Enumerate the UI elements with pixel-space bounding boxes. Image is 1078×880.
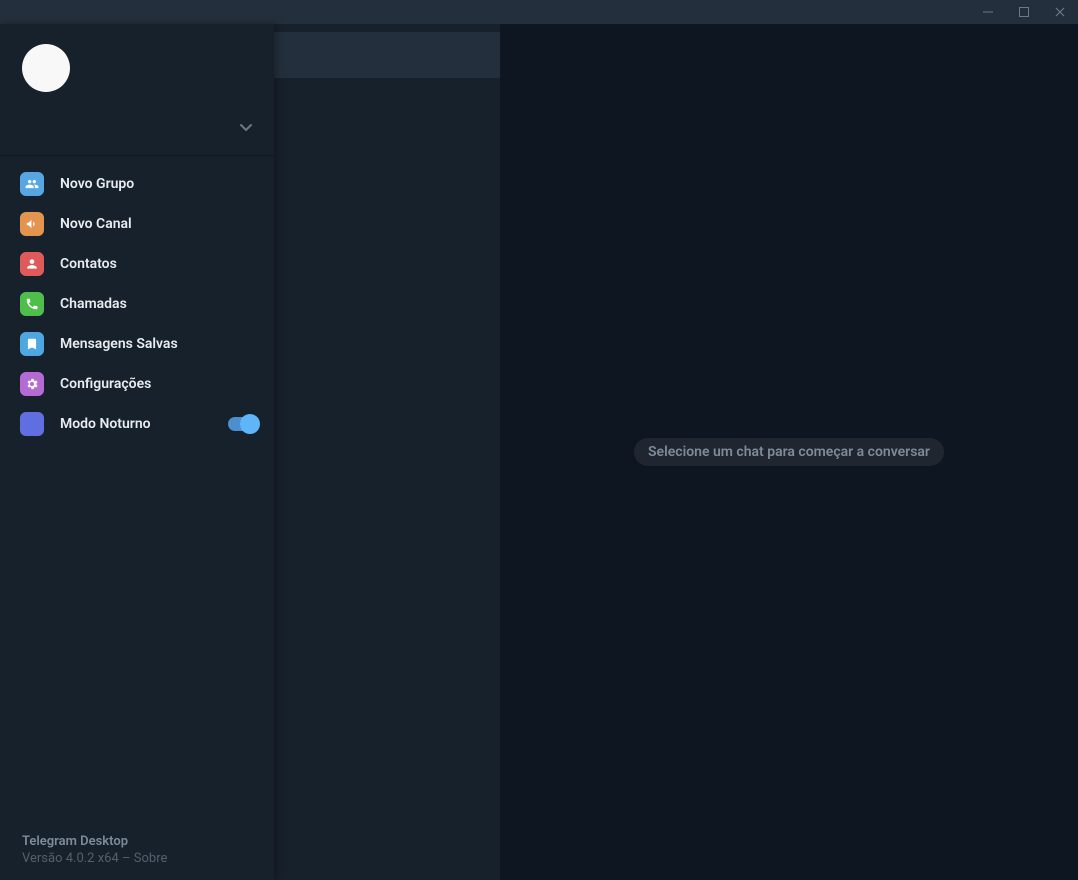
phone-icon [20, 292, 44, 316]
chat-main-area: Selecione um chat para começar a convers… [500, 24, 1078, 880]
menu-item-night-mode[interactable]: Modo Noturno [0, 404, 274, 444]
menu-item-label: Contatos [60, 256, 117, 272]
menu-item-label: Mensagens Salvas [60, 336, 178, 352]
drawer-footer[interactable]: Telegram Desktop Versão 4.0.2 x64 – Sobr… [0, 822, 274, 880]
app-name-label: Telegram Desktop [22, 834, 252, 849]
drawer-header [0, 24, 274, 156]
menu-item-saved-messages[interactable]: Mensagens Salvas [0, 324, 274, 364]
person-icon [20, 252, 44, 276]
drawer-menu: Novo Grupo Novo Canal Contatos Chamadas [0, 156, 274, 822]
menu-item-label: Novo Canal [60, 216, 132, 232]
moon-icon [20, 412, 44, 436]
menu-item-new-channel[interactable]: Novo Canal [0, 204, 274, 244]
gear-icon [20, 372, 44, 396]
group-icon [20, 172, 44, 196]
menu-item-settings[interactable]: Configurações [0, 364, 274, 404]
menu-item-calls[interactable]: Chamadas [0, 284, 274, 324]
window-close-button[interactable] [1042, 0, 1078, 24]
avatar[interactable] [22, 44, 70, 92]
night-mode-toggle[interactable] [228, 417, 258, 431]
bookmark-icon [20, 332, 44, 356]
window-minimize-button[interactable] [970, 0, 1006, 24]
chevron-down-icon[interactable] [236, 117, 256, 137]
menu-item-contacts[interactable]: Contatos [0, 244, 274, 284]
menu-item-label: Novo Grupo [60, 176, 134, 192]
empty-chat-hint: Selecione um chat para começar a convers… [634, 438, 944, 466]
app-version-label: Versão 4.0.2 x64 – Sobre [22, 851, 252, 866]
megaphone-icon [20, 212, 44, 236]
menu-item-label: Modo Noturno [60, 416, 151, 432]
window-maximize-button[interactable] [1006, 0, 1042, 24]
main-menu-drawer: Novo Grupo Novo Canal Contatos Chamadas [0, 24, 274, 880]
menu-item-new-group[interactable]: Novo Grupo [0, 164, 274, 204]
window-titlebar [0, 0, 1078, 24]
menu-item-label: Configurações [60, 376, 151, 392]
menu-item-label: Chamadas [60, 296, 127, 312]
